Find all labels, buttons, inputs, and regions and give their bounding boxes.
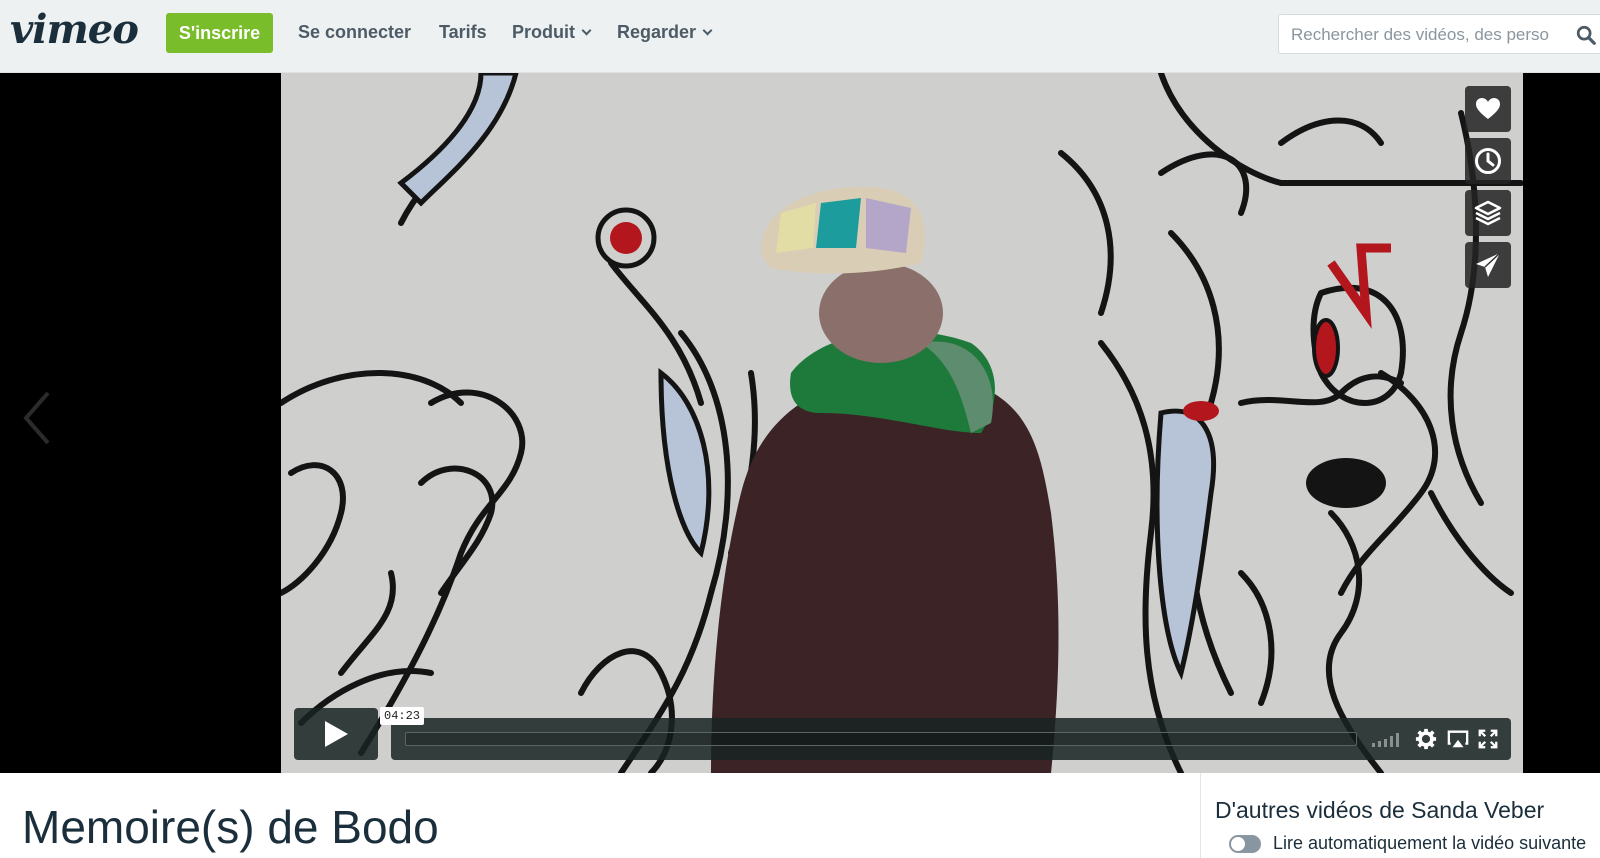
video-player: 04:23 (0, 73, 1600, 773)
search-box (1278, 14, 1600, 54)
send-icon (1476, 252, 1501, 277)
nav-pricing-label: Tarifs (439, 22, 487, 42)
nav-pricing[interactable]: Tarifs (439, 22, 487, 43)
chevron-down-icon (581, 25, 592, 36)
search-icon[interactable] (1575, 24, 1597, 46)
airplay-icon[interactable] (1447, 728, 1469, 750)
clock-icon (1475, 148, 1501, 174)
nav-watch[interactable]: Regarder (617, 22, 713, 43)
gear-icon[interactable] (1415, 728, 1437, 750)
video-title: Memoire(s) de Bodo (22, 801, 439, 853)
nav-product-label: Produit (512, 22, 575, 42)
play-button[interactable] (294, 708, 378, 760)
related-videos-heading: D'autres vidéos de Sanda Veber (1215, 797, 1545, 823)
video-frame[interactable] (281, 73, 1523, 773)
nav-login[interactable]: Se connecter (298, 22, 411, 43)
signup-button[interactable]: S'inscrire (166, 13, 273, 53)
nav-product[interactable]: Produit (512, 22, 592, 43)
heart-icon (1476, 98, 1500, 119)
progress-bar[interactable] (405, 732, 1357, 746)
like-button[interactable] (1465, 86, 1511, 132)
nav-watch-label: Regarder (617, 22, 697, 42)
player-controls (391, 718, 1511, 760)
fullscreen-icon[interactable] (1477, 728, 1499, 750)
share-button[interactable] (1465, 242, 1511, 288)
timecode-tooltip: 04:23 (380, 707, 425, 725)
autoplay-setting: Lire automatiquement la vidéo suivante (1229, 833, 1586, 854)
search-input[interactable] (1291, 23, 1561, 47)
autoplay-label: Lire automatiquement la vidéo suivante (1273, 833, 1587, 853)
related-videos-panel: D'autres vidéos de Sanda Veber Lire auto… (1200, 773, 1600, 858)
vimeo-logo[interactable]: vimeo (10, 6, 139, 53)
previous-video-arrow-icon[interactable] (18, 388, 58, 448)
nav-login-label: Se connecter (298, 22, 412, 42)
play-icon (325, 721, 348, 747)
volume-icon[interactable] (1371, 728, 1403, 750)
chevron-down-icon (702, 25, 713, 36)
video-still-mural (281, 73, 1523, 773)
layers-icon (1474, 200, 1502, 226)
autoplay-toggle[interactable] (1229, 834, 1261, 853)
add-to-collection-button[interactable] (1465, 190, 1511, 236)
watch-later-button[interactable] (1465, 138, 1511, 184)
top-navigation: vimeo S'inscrire Se connecter Tarifs Pro… (0, 0, 1600, 73)
